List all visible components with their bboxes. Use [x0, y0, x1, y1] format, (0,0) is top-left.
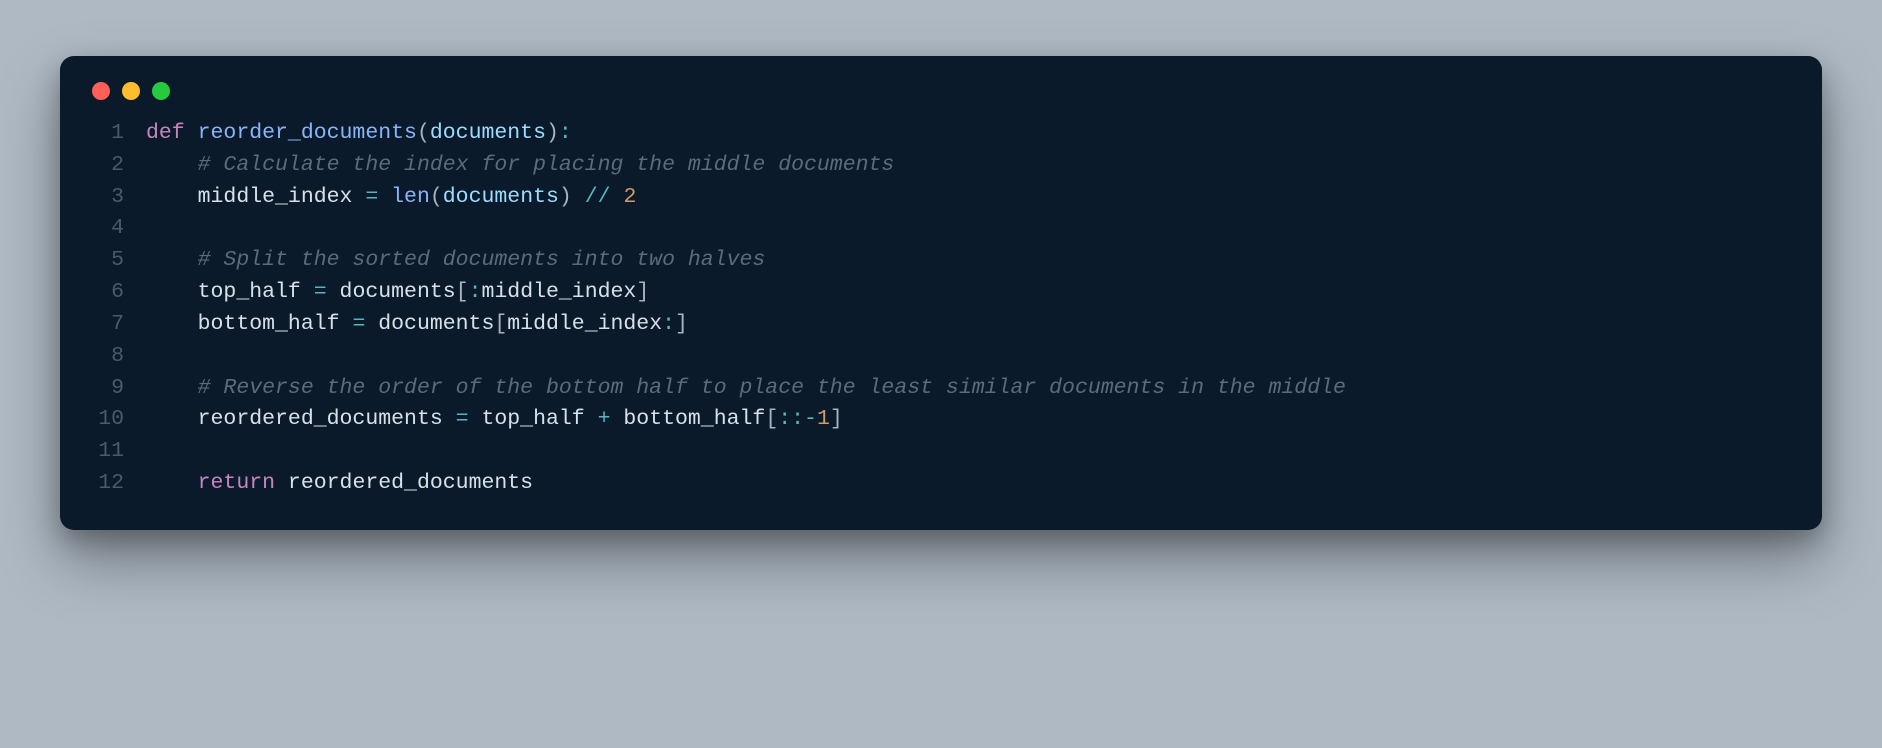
code-token: reordered_documents — [198, 407, 456, 431]
code-token: [ — [456, 280, 469, 304]
line-number: 6 — [90, 277, 146, 309]
line-number: 2 — [90, 150, 146, 182]
code-token — [611, 185, 624, 209]
code-token: reorder_documents — [198, 121, 417, 145]
line-number: 10 — [90, 404, 146, 436]
code-token — [146, 153, 198, 177]
code-token: # Calculate the index for placing the mi… — [198, 153, 895, 177]
code-line: 10 reordered_documents = top_half + bott… — [90, 404, 1792, 436]
code-token: ( — [430, 185, 443, 209]
editor-window: 1def reorder_documents(documents):2 # Ca… — [60, 56, 1822, 530]
line-number: 1 — [90, 118, 146, 150]
line-content: return reordered_documents — [146, 468, 1792, 500]
line-content: def reorder_documents(documents): — [146, 118, 1792, 150]
code-token: : — [469, 280, 482, 304]
code-token: documents — [430, 121, 546, 145]
code-token: ] — [636, 280, 649, 304]
line-number: 7 — [90, 309, 146, 341]
maximize-icon[interactable] — [152, 82, 170, 100]
code-token: # Split the sorted documents into two ha… — [198, 248, 766, 272]
close-icon[interactable] — [92, 82, 110, 100]
code-token: = — [352, 312, 365, 336]
minimize-icon[interactable] — [122, 82, 140, 100]
code-token: documents — [327, 280, 456, 304]
code-token: top_half — [198, 280, 314, 304]
code-token: top_half — [469, 407, 598, 431]
line-number: 9 — [90, 373, 146, 405]
code-token — [146, 376, 198, 400]
code-token: 1 — [817, 407, 830, 431]
code-token: = — [314, 280, 327, 304]
code-token — [146, 471, 198, 495]
code-line: 7 bottom_half = documents[middle_index:] — [90, 309, 1792, 341]
code-token — [146, 248, 198, 272]
line-number: 11 — [90, 436, 146, 468]
code-token: middle_index — [507, 312, 662, 336]
code-token: - — [804, 407, 817, 431]
code-token — [146, 280, 198, 304]
code-token: 2 — [623, 185, 636, 209]
code-token: ) — [546, 121, 559, 145]
code-token: documents — [443, 185, 559, 209]
code-line: 5 # Split the sorted documents into two … — [90, 245, 1792, 277]
code-token: = — [456, 407, 469, 431]
code-token: ( — [417, 121, 430, 145]
code-token: + — [598, 407, 611, 431]
code-token: # Reverse the order of the bottom half t… — [198, 376, 1346, 400]
line-content: # Calculate the index for placing the mi… — [146, 150, 1792, 182]
code-token: reordered_documents — [275, 471, 533, 495]
code-token: len — [391, 185, 430, 209]
code-line: 8 — [90, 341, 1792, 373]
code-line: 9 # Reverse the order of the bottom half… — [90, 373, 1792, 405]
code-line: 1def reorder_documents(documents): — [90, 118, 1792, 150]
code-line: 2 # Calculate the index for placing the … — [90, 150, 1792, 182]
line-number: 4 — [90, 213, 146, 245]
line-content: # Split the sorted documents into two ha… — [146, 245, 1792, 277]
line-number: 12 — [90, 468, 146, 500]
code-token: [ — [494, 312, 507, 336]
code-token: = — [365, 185, 378, 209]
code-token: : — [559, 121, 572, 145]
line-content — [146, 213, 1792, 245]
code-token: : — [662, 312, 675, 336]
code-line: 6 top_half = documents[:middle_index] — [90, 277, 1792, 309]
code-line: 3 middle_index = len(documents) // 2 — [90, 182, 1792, 214]
line-number: 3 — [90, 182, 146, 214]
code-token: // — [585, 185, 611, 209]
line-content: top_half = documents[:middle_index] — [146, 277, 1792, 309]
line-content — [146, 341, 1792, 373]
code-token — [146, 312, 198, 336]
code-block: 1def reorder_documents(documents):2 # Ca… — [90, 118, 1792, 500]
code-line: 4 — [90, 213, 1792, 245]
code-token — [572, 185, 585, 209]
code-token: middle_index — [198, 185, 366, 209]
line-content: # Reverse the order of the bottom half t… — [146, 373, 1792, 405]
code-token: return — [198, 471, 275, 495]
code-token: ] — [675, 312, 688, 336]
code-token: bottom_half — [611, 407, 766, 431]
line-content — [146, 436, 1792, 468]
line-content: reordered_documents = top_half + bottom_… — [146, 404, 1792, 436]
line-number: 8 — [90, 341, 146, 373]
code-token: bottom_half — [198, 312, 353, 336]
code-token — [378, 185, 391, 209]
line-number: 5 — [90, 245, 146, 277]
code-token — [146, 185, 198, 209]
line-content: middle_index = len(documents) // 2 — [146, 182, 1792, 214]
code-token — [146, 407, 198, 431]
code-token: ] — [830, 407, 843, 431]
code-token: def — [146, 121, 198, 145]
code-token: documents — [365, 312, 494, 336]
code-token: ) — [559, 185, 572, 209]
code-token: [ — [765, 407, 778, 431]
window-traffic-lights — [90, 82, 1792, 100]
code-line: 11 — [90, 436, 1792, 468]
code-token: :: — [778, 407, 804, 431]
code-token: middle_index — [481, 280, 636, 304]
code-line: 12 return reordered_documents — [90, 468, 1792, 500]
line-content: bottom_half = documents[middle_index:] — [146, 309, 1792, 341]
